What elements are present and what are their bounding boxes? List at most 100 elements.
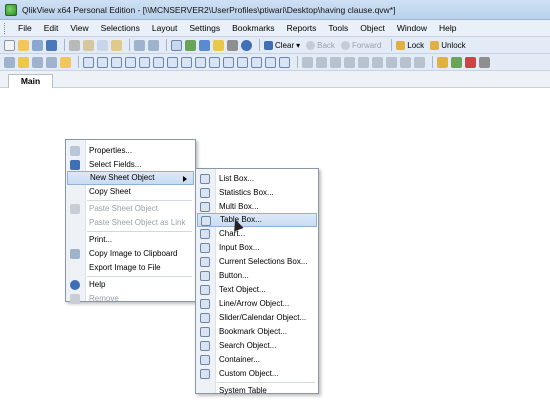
help-icon[interactable] [241,39,252,51]
submenu-item-chart[interactable]: Chart... [197,227,317,241]
submenu-item-text-object[interactable]: Text Object... [197,283,317,297]
table-viewer-icon[interactable] [185,39,196,51]
menubar-grip[interactable] [4,22,7,34]
align-icon[interactable] [358,56,369,68]
new-document-icon[interactable] [4,39,15,51]
menu-item-label: Paste Sheet Object [89,204,158,213]
submenu-item-table-box[interactable]: Table Box... [197,213,317,227]
copy-image-icon [70,249,80,259]
menu-window[interactable]: Window [391,23,433,33]
undo-icon[interactable] [134,39,145,51]
back-label: Back [317,40,335,50]
text-object-icon[interactable] [195,56,206,68]
design-tool-icon[interactable] [32,56,43,68]
menu-object[interactable]: Object [354,23,391,33]
align-icon[interactable] [414,56,425,68]
chart-icon[interactable] [139,56,150,68]
submenu-item-bookmark-object[interactable]: Bookmark Object... [197,325,317,339]
clear-button[interactable]: Clear ▾ [264,40,300,50]
design-tool-icon[interactable] [46,56,57,68]
menu-item-remove[interactable]: Remove [67,292,194,306]
menu-tools[interactable]: Tools [322,23,354,33]
paintbrush-icon[interactable] [437,56,448,68]
submenu-item-multi-box[interactable]: Multi Box... [197,200,317,214]
design-tool-icon[interactable] [4,56,15,68]
align-icon[interactable] [344,56,355,68]
reload-icon[interactable] [32,39,43,51]
line-arrow-icon[interactable] [209,56,220,68]
copy-icon[interactable] [97,39,108,51]
submenu-item-button[interactable]: Button... [197,269,317,283]
submenu-item-system-table[interactable]: System Table [197,384,317,398]
button-object-icon[interactable] [181,56,192,68]
align-icon[interactable] [316,56,327,68]
menu-bookmarks[interactable]: Bookmarks [226,23,281,33]
design-grid-icon[interactable] [465,56,476,68]
sheet-properties-icon[interactable] [451,56,462,68]
list-box-icon[interactable] [83,56,94,68]
menu-item-new-sheet-object[interactable]: New Sheet Object [67,171,194,185]
menu-item-print[interactable]: Print... [67,233,194,247]
multi-box-icon[interactable] [111,56,122,68]
custom-object-icon[interactable] [279,56,290,68]
edit-script-icon[interactable] [199,39,210,51]
cut-icon[interactable] [83,39,94,51]
menu-help[interactable]: Help [433,23,462,33]
table-box-icon[interactable] [125,56,136,68]
menu-item-copy-image[interactable]: Copy Image to Clipboard [67,247,194,261]
menu-layout[interactable]: Layout [146,23,184,33]
menu-selections[interactable]: Selections [95,23,146,33]
submenu-item-container[interactable]: Container... [197,353,317,367]
print-icon[interactable] [69,39,80,51]
redo-icon[interactable] [148,39,159,51]
design-tool-icon[interactable] [18,56,29,68]
expression-icon[interactable] [479,56,490,68]
submenu-item-input-box[interactable]: Input Box... [197,241,317,255]
menu-reports[interactable]: Reports [281,23,323,33]
unlock-button[interactable]: Unlock [430,40,466,50]
favorite-star-icon[interactable] [213,39,224,51]
submenu-item-current-selections[interactable]: Current Selections Box... [197,255,317,269]
menu-item-export-image[interactable]: Export Image to File [67,261,194,275]
menu-item-properties[interactable]: Properties... [67,144,194,158]
menu-file[interactable]: File [12,23,38,33]
paste-icon[interactable] [111,39,122,51]
search-icon[interactable] [171,39,182,51]
design-tool-icon[interactable] [60,56,71,68]
save-icon[interactable] [46,39,57,51]
tab-main[interactable]: Main [8,74,53,89]
toolbar-separator [432,56,433,68]
submenu-item-slider-calendar[interactable]: Slider/Calendar Object... [197,311,317,325]
bookmark-icon[interactable] [237,56,248,68]
align-icon[interactable] [330,56,341,68]
submenu-item-statistics-box[interactable]: Statistics Box... [197,186,317,200]
menu-edit[interactable]: Edit [38,23,65,33]
submenu-item-list-box[interactable]: List Box... [197,172,317,186]
statistics-box-icon[interactable] [97,56,108,68]
container-icon[interactable] [265,56,276,68]
menu-item-paste-as-link[interactable]: Paste Sheet Object as Link [67,216,194,230]
back-button[interactable]: Back [306,40,335,50]
submenu-item-search-object[interactable]: Search Object... [197,339,317,353]
current-selections-icon[interactable] [167,56,178,68]
menu-item-paste-sheet-object[interactable]: Paste Sheet Object [67,202,194,216]
menu-item-copy-sheet[interactable]: Copy Sheet [67,185,194,199]
open-folder-icon[interactable] [18,39,29,51]
align-icon[interactable] [302,56,313,68]
chevron-down-icon[interactable]: ▾ [296,41,300,50]
menu-settings[interactable]: Settings [183,23,226,33]
menu-item-help[interactable]: Help [67,278,194,292]
search-object-icon[interactable] [251,56,262,68]
align-icon[interactable] [400,56,411,68]
submenu-item-custom-object[interactable]: Custom Object... [197,367,317,381]
align-icon[interactable] [386,56,397,68]
lock-button[interactable]: Lock [396,40,424,50]
slider-icon[interactable] [223,56,234,68]
menu-item-select-fields[interactable]: Select Fields... [67,158,194,172]
align-icon[interactable] [372,56,383,68]
forward-button[interactable]: Forward [340,40,381,50]
submenu-item-line-arrow[interactable]: Line/Arrow Object... [197,297,317,311]
menu-view[interactable]: View [64,23,94,33]
document-properties-icon[interactable] [227,39,238,51]
input-box-icon[interactable] [153,56,164,68]
